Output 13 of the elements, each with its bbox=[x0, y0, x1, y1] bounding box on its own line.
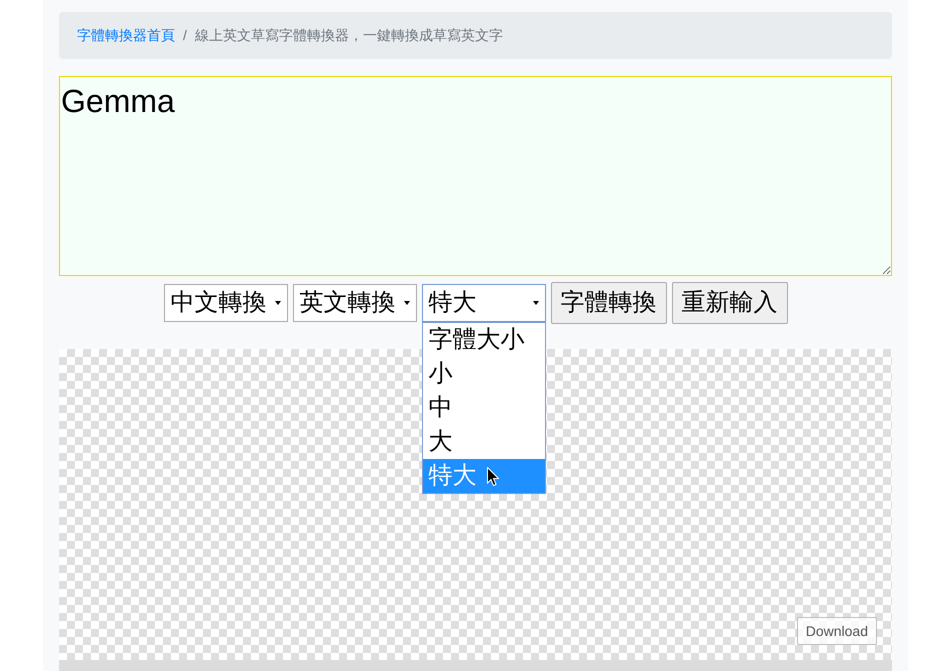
caret-down-icon bbox=[404, 301, 410, 305]
dropdown-select[interactable]: 英文轉換 bbox=[292, 284, 416, 322]
caret-down-icon bbox=[532, 301, 538, 305]
breadcrumb-separator: / bbox=[182, 26, 188, 45]
dropdown-select[interactable]: 中文轉換 bbox=[164, 284, 288, 322]
text-input[interactable]: Gemma bbox=[59, 76, 892, 276]
breadcrumb-current-page: 線上英文草寫字體轉換器，一鍵轉換成草寫英文字 bbox=[194, 26, 503, 45]
action-button[interactable]: 字體轉換 bbox=[550, 282, 666, 324]
download-button[interactable]: Download bbox=[796, 617, 877, 645]
action-button[interactable]: 重新輸入 bbox=[672, 282, 788, 324]
dropdown-select[interactable]: 特大 bbox=[422, 284, 546, 322]
caret-down-icon bbox=[274, 301, 280, 305]
mouse-cursor-icon bbox=[486, 466, 498, 486]
